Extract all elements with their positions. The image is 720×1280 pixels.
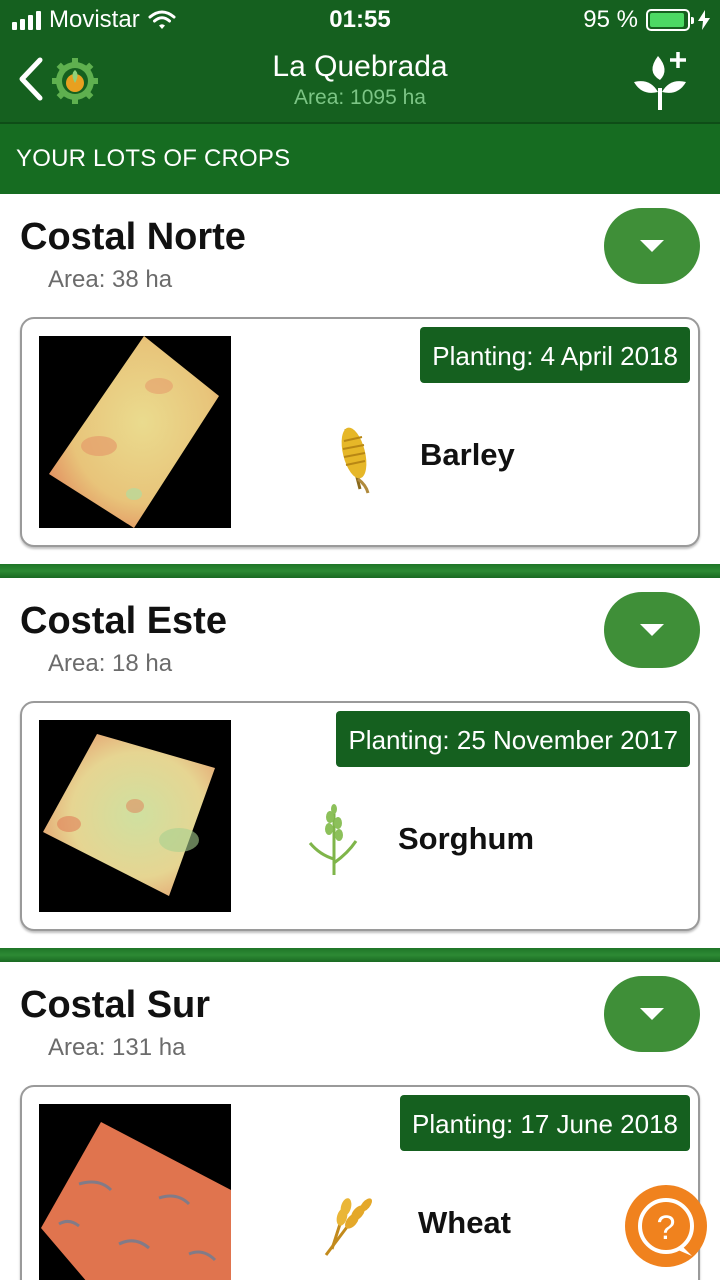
field-map-image	[39, 720, 231, 912]
page-title: La Quebrada	[272, 50, 448, 83]
lot-card[interactable]: Planting: 17 June 2018 Wheat	[20, 1085, 700, 1280]
barley-icon	[341, 427, 370, 494]
planting-date-badge: Planting: 17 June 2018	[400, 1095, 690, 1151]
add-plant-button[interactable]	[632, 50, 692, 112]
add-plant-icon	[634, 52, 686, 110]
help-icon: ?	[625, 1185, 707, 1267]
app-header: La Quebrada Area: 1095 ha	[0, 40, 720, 124]
wheat-icon	[324, 1198, 372, 1256]
lot-costal-norte: Costal Norte Area: 38 ha Planting: 4 Apr…	[0, 194, 720, 564]
charging-icon	[698, 10, 710, 30]
lot-name: Costal Norte	[20, 216, 246, 258]
help-button[interactable]: ?	[624, 1184, 708, 1268]
field-map-image	[39, 336, 231, 528]
lot-separator	[0, 564, 720, 578]
crop-name: Sorghum	[398, 821, 535, 856]
status-bar: Movistar 01:55 95 %	[0, 0, 720, 40]
header-title-group: La Quebrada Area: 1095 ha	[0, 50, 720, 110]
lot-separator	[0, 948, 720, 962]
lot-card[interactable]: Planting: 4 April 2018 Barley	[20, 317, 700, 547]
svg-text:?: ?	[657, 1209, 676, 1247]
lot-costal-este: Costal Este Area: 18 ha Planting: 25 Nov…	[0, 578, 720, 948]
status-right: 95 %	[583, 6, 710, 34]
battery-icon	[646, 9, 694, 31]
expand-lot-button[interactable]	[604, 976, 700, 1052]
lot-area: Area: 38 ha	[48, 266, 173, 293]
expand-lot-button[interactable]	[604, 592, 700, 668]
lot-area: Area: 131 ha	[48, 1034, 186, 1061]
lot-card[interactable]: Planting: 25 November 2017 Sorghum	[20, 701, 700, 931]
planting-date-badge: Planting: 4 April 2018	[420, 327, 690, 383]
lot-costal-sur: Costal Sur Area: 131 ha Planting: 17 Jun…	[0, 962, 720, 1280]
battery-fill	[650, 13, 685, 27]
lot-name: Costal Sur	[20, 984, 211, 1026]
expand-lot-button[interactable]	[604, 208, 700, 284]
section-title: YOUR LOTS OF CROPS	[0, 124, 720, 194]
crop-name: Barley	[420, 437, 515, 472]
page-subtitle: Area: 1095 ha	[294, 86, 426, 109]
crop-name: Wheat	[418, 1205, 511, 1240]
planting-date-badge: Planting: 25 November 2017	[336, 711, 690, 767]
battery-percent: 95 %	[583, 6, 638, 33]
sorghum-icon	[308, 804, 358, 875]
lot-area: Area: 18 ha	[48, 650, 173, 677]
lot-name: Costal Este	[20, 600, 227, 642]
field-map-image	[39, 1104, 231, 1280]
